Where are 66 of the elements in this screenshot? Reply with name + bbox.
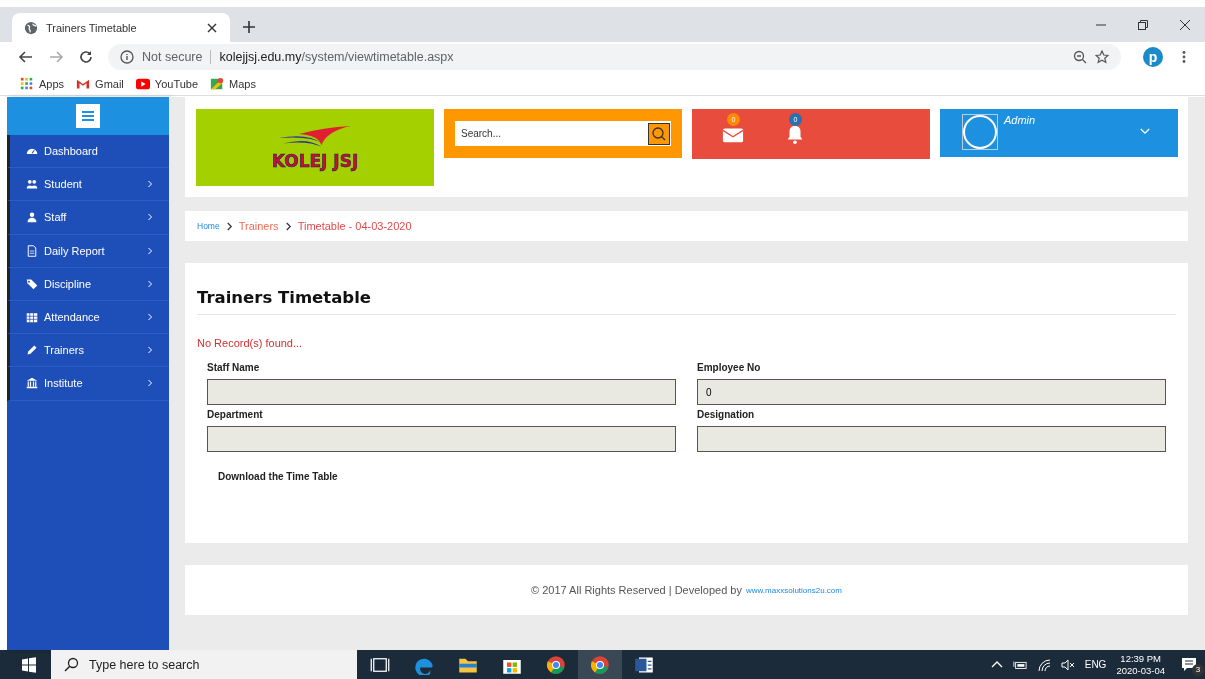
developer-link[interactable]: www.maxxsolutions2u.com — [745, 585, 842, 595]
calendar-icon — [26, 311, 38, 324]
users-icon — [26, 178, 38, 191]
bookmark[interactable]: Gmail — [76, 76, 124, 91]
chevron-right-icon — [284, 221, 292, 231]
bookmark[interactable]: YouTube — [135, 76, 199, 91]
user-icon — [26, 211, 38, 224]
download-link[interactable]: Download the Time Table — [218, 471, 1176, 482]
document-icon — [26, 244, 38, 257]
new-tab-icon[interactable] — [242, 20, 256, 34]
notification-count: 3 — [1192, 663, 1204, 676]
logo-text: KOLEJ JSJ — [271, 150, 359, 171]
field-label: Department — [207, 409, 264, 420]
user-name: Admin — [1004, 114, 1037, 126]
globe-icon — [24, 20, 38, 35]
language-indicator[interactable]: ENG — [1084, 659, 1107, 670]
menu-icon[interactable] — [76, 104, 100, 128]
browser-icon — [590, 654, 610, 675]
zoom-out-icon[interactable] — [1073, 50, 1087, 64]
security-label: Not secure — [142, 50, 212, 64]
browser-icon — [546, 654, 566, 675]
breadcrumb-link[interactable]: Home — [197, 221, 220, 231]
pencil-icon — [26, 344, 38, 357]
clock-date[interactable]: 2020-03-04 — [1116, 664, 1165, 677]
copyright-text: © 2017 All Rights Reserved | Developed by — [531, 584, 742, 596]
avatar-icon — [962, 114, 998, 150]
search-icon[interactable] — [648, 122, 670, 145]
input-field[interactable]: 0 — [697, 379, 1166, 405]
info-icon — [120, 50, 134, 64]
profile-avatar[interactable]: p — [1143, 47, 1163, 67]
star-icon[interactable] — [1095, 50, 1109, 64]
restore-icon[interactable] — [1137, 18, 1149, 31]
url-host: kolejjsj.edu.my — [219, 50, 302, 64]
map-icon — [210, 76, 225, 91]
apps-grid-icon — [20, 76, 34, 91]
input-field[interactable] — [697, 426, 1166, 452]
address-bar[interactable]: Not secure kolejjsj.edu.my/system/viewtimetable.aspx — [108, 44, 1121, 70]
browser-tab[interactable]: Trainers Timetable — [12, 13, 230, 42]
notification-icon[interactable] — [1181, 656, 1197, 673]
back-icon[interactable] — [18, 49, 34, 65]
search-icon — [63, 656, 79, 673]
url-path: /system/viewtimetable.aspx — [301, 50, 454, 64]
status-message: No Record(s) found... — [197, 337, 304, 349]
search-placeholder: Type here to search — [89, 657, 200, 672]
field-label: Staff Name — [207, 362, 261, 373]
muted-speaker-icon[interactable] — [1060, 657, 1075, 672]
bank-icon — [26, 377, 38, 390]
tag-icon — [26, 277, 38, 290]
input-field[interactable] — [207, 426, 676, 452]
close-icon[interactable] — [1179, 18, 1191, 31]
field-label: Designation — [697, 409, 756, 420]
reload-icon[interactable] — [78, 49, 94, 65]
clock-time[interactable]: 12:39 PM — [1120, 652, 1162, 665]
taskbar-search-field[interactable]: Type here to search — [51, 650, 357, 679]
field-label: Employee No — [697, 362, 762, 373]
bookmark[interactable]: Maps — [210, 76, 256, 91]
wifi-icon[interactable] — [1036, 657, 1051, 672]
input-field[interactable] — [207, 379, 676, 405]
chevron-down-icon[interactable] — [1140, 128, 1150, 135]
tab-title: Trainers Timetable — [46, 21, 138, 34]
chevron-right-icon — [225, 221, 233, 231]
play-icon — [135, 76, 150, 91]
bookmark[interactable]: Apps — [20, 76, 65, 91]
windows-icon[interactable] — [21, 656, 37, 673]
close-icon[interactable] — [206, 21, 218, 34]
page-title: Trainers Timetable — [197, 288, 1176, 315]
